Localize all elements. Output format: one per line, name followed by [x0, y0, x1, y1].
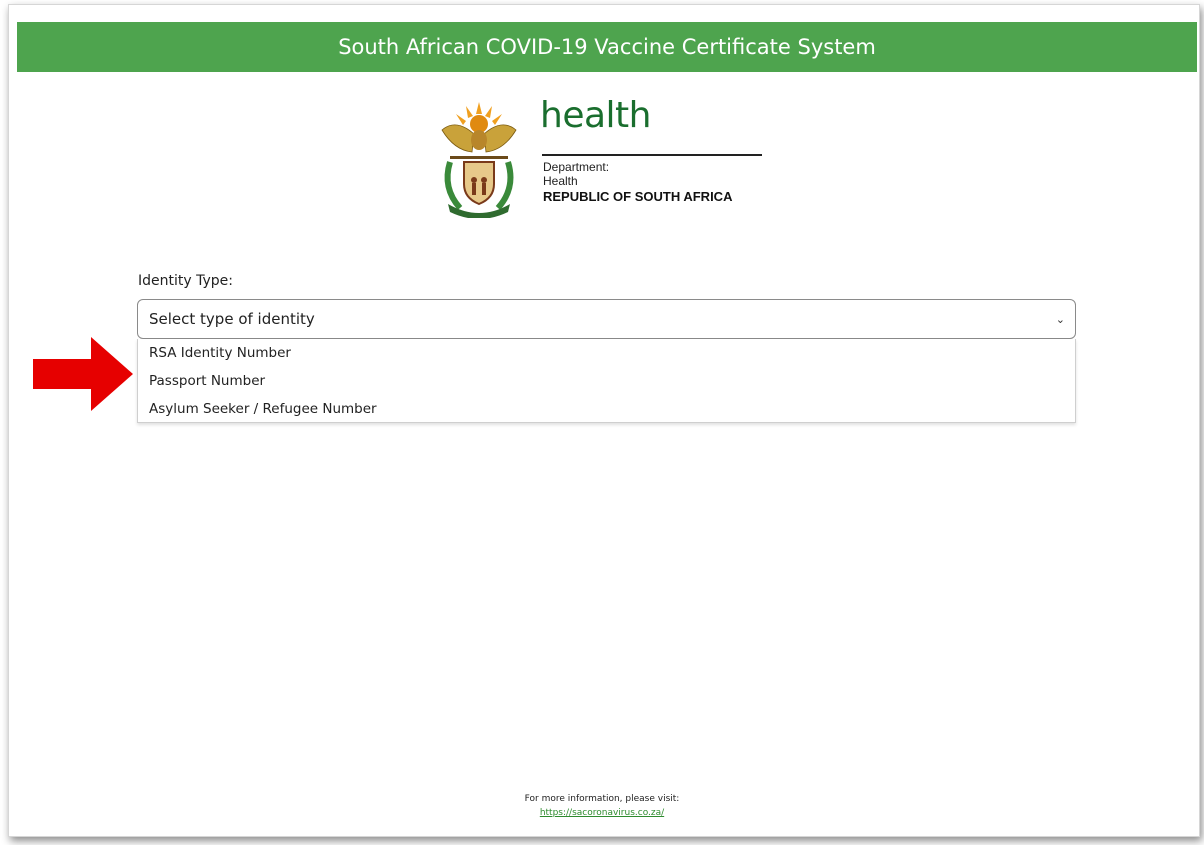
logo-wordmark: health — [540, 95, 651, 136]
sacoronavirus-link[interactable]: https://sacoronavirus.co.za/ — [540, 808, 664, 818]
coat-of-arms-icon — [441, 102, 517, 218]
option-rsa-identity-number[interactable]: RSA Identity Number — [138, 339, 1075, 367]
footer-info-text: For more information, please visit: — [524, 794, 680, 804]
page-title: South African COVID-19 Vaccine Certifica… — [338, 35, 876, 59]
logo-divider — [542, 154, 762, 156]
option-asylum-refugee-number[interactable]: Asylum Seeker / Refugee Number — [138, 395, 1075, 423]
department-label: Department: — [543, 160, 610, 174]
footer-link-container: https://sacoronavirus.co.za/ — [0, 808, 1204, 818]
identity-type-selected-value: Select type of identity — [149, 310, 315, 328]
red-arrow-annotation-icon — [33, 337, 133, 411]
department-name: Health — [543, 174, 578, 188]
identity-type-select[interactable]: Select type of identity ⌄ — [137, 299, 1076, 339]
page-header: South African COVID-19 Vaccine Certifica… — [17, 22, 1197, 72]
identity-type-dropdown-list: RSA Identity Number Passport Number Asyl… — [137, 339, 1076, 423]
chevron-down-icon: ⌄ — [1055, 313, 1065, 326]
logo-department: Department: Health — [543, 160, 609, 188]
option-passport-number[interactable]: Passport Number — [138, 367, 1075, 395]
health-department-logo: health Department: Health REPUBLIC OF SO… — [434, 96, 774, 226]
identity-type-label: Identity Type: — [138, 273, 233, 289]
logo-republic: REPUBLIC OF SOUTH AFRICA — [543, 189, 733, 204]
